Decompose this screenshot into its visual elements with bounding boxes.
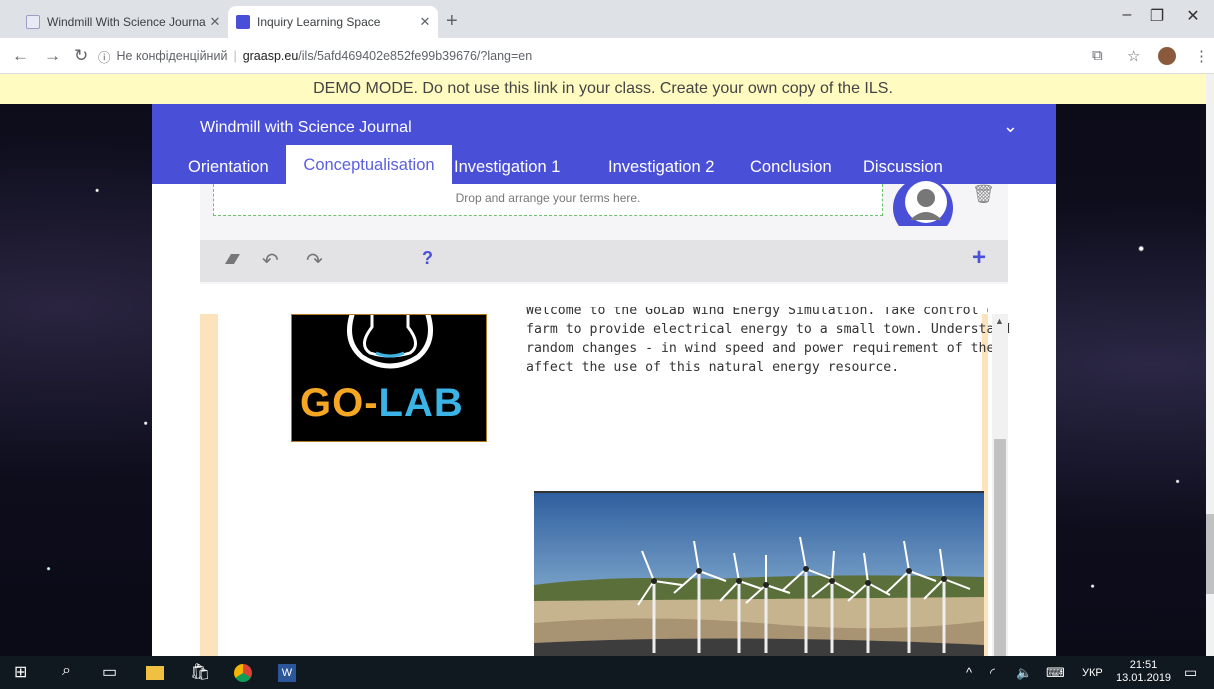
tab-title: Inquiry Learning Space	[257, 15, 381, 29]
user-avatar	[892, 178, 954, 226]
tray-chevron-up-icon[interactable]: ^	[966, 665, 972, 680]
clock[interactable]: 21:51 13.01.2019	[1116, 659, 1171, 685]
back-icon[interactable]: ←	[12, 46, 29, 66]
golab-logo-text: GO-LAB	[300, 381, 464, 425]
keyboard-icon[interactable]: ⌨	[1046, 665, 1065, 681]
word-icon[interactable]: W	[278, 664, 296, 682]
page-viewport: DEMO MODE. Do not use this link in your …	[0, 74, 1214, 656]
profile-avatar[interactable]	[1158, 47, 1176, 65]
simulation-scrollbar[interactable]: ▲	[992, 314, 1008, 656]
url-host: graasp.eu	[242, 49, 299, 63]
tab-investigation-2[interactable]: Investigation 2	[608, 158, 714, 177]
tab-conceptualisation[interactable]: Conceptualisation	[286, 145, 452, 184]
volume-icon[interactable]: 🔈	[1016, 665, 1032, 681]
new-tab-button[interactable]: +	[446, 10, 458, 33]
simulation-app: GO-LAB Welcome to the GoLab Wind Energy …	[200, 307, 1011, 656]
bookmark-star-icon[interactable]: ☆	[1127, 47, 1140, 65]
description-cut-line: Welcome to the GoLab Wind Energy Simulat…	[526, 307, 988, 318]
chrome-icon[interactable]	[234, 664, 252, 682]
file-explorer-icon[interactable]	[146, 666, 164, 680]
security-label: Не конфіденційний	[116, 49, 228, 63]
tab-title: Windmill With Science Journal | G	[47, 15, 206, 29]
search-icon[interactable]: ⌕	[62, 662, 71, 680]
wifi-icon[interactable]: ◜	[990, 665, 995, 681]
info-icon[interactable]: ⓘ	[98, 47, 111, 66]
flask-logo-icon	[347, 315, 433, 369]
tab-orientation[interactable]: Orientation	[188, 158, 269, 177]
help-button[interactable]: ?	[422, 248, 433, 269]
description-line: affect the use of this natural energy re…	[526, 360, 900, 375]
tab-conclusion[interactable]: Conclusion	[750, 158, 832, 177]
reload-icon[interactable]: ↻	[74, 46, 88, 66]
address-bar: ← → ↻ ⓘ Не конфіденційний | graasp.eu/il…	[0, 38, 1214, 74]
demo-banner: DEMO MODE. Do not use this link in your …	[0, 74, 1206, 104]
close-tab-icon[interactable]: ✕	[206, 14, 224, 30]
phase-content: Drop and arrange your terms here. 🗑 ↶ ↷ …	[152, 178, 1056, 656]
concept-mapper: Drop and arrange your terms here. 🗑 ↶ ↷ …	[200, 178, 1008, 284]
browser-tab-inquiry[interactable]: Inquiry Learning Space ✕	[228, 6, 438, 38]
description-line: random changes - in wind speed and power…	[526, 341, 995, 356]
page-scrollbar[interactable]	[1206, 74, 1214, 656]
menu-kebab-icon[interactable]: ⋮	[1194, 47, 1209, 65]
flask-icon	[26, 15, 40, 29]
input-language[interactable]: УКР	[1082, 667, 1103, 679]
wind-farm-image	[534, 491, 984, 656]
clock-time: 21:51	[1129, 659, 1158, 671]
forward-icon[interactable]: →	[44, 46, 61, 66]
undo-icon[interactable]: ↶	[262, 248, 279, 273]
golab-logo: GO-LAB	[291, 314, 487, 442]
eraser-icon[interactable]	[222, 250, 242, 273]
description-line: farm to provide electrical energy to a s…	[526, 322, 1011, 337]
browser-tab-bar: Windmill With Science Journal | G ✕ Inqu…	[0, 0, 1214, 38]
close-window-icon[interactable]: ✕	[1170, 6, 1214, 26]
windows-start-icon[interactable]: ⊞	[14, 662, 27, 682]
concept-toolbar: ↶ ↷ ? +	[200, 240, 1008, 282]
translate-icon[interactable]: ⧉	[1092, 47, 1103, 64]
simulation-scrollbar-thumb[interactable]	[994, 439, 1006, 656]
task-view-icon[interactable]: ▭	[102, 662, 117, 682]
tab-investigation-1[interactable]: Investigation 1	[454, 158, 560, 177]
chevron-down-icon[interactable]: ⌄	[1003, 116, 1018, 137]
clock-date: 13.01.2019	[1116, 672, 1172, 684]
trash-icon[interactable]: 🗑	[972, 184, 995, 205]
close-tab-icon[interactable]: ✕	[416, 14, 434, 30]
url-path: /ils/5afd469402e852fe99b39676/?lang=en	[298, 49, 533, 63]
left-stripe	[200, 314, 218, 656]
ils-header: Windmill with Science Journal ⌄ Orientat…	[152, 104, 1056, 184]
ils-title: Windmill with Science Journal	[200, 119, 412, 136]
graasp-icon	[236, 15, 250, 29]
notifications-icon[interactable]: ▭	[1184, 664, 1197, 681]
windows-taskbar: ⊞ ⌕ ▭ 🛍 W ^ ◜ 🔈 ⌨ УКР 21:51 13.01.2019 ▭	[0, 656, 1214, 689]
browser-tab-windmill[interactable]: Windmill With Science Journal | G ✕	[18, 6, 228, 38]
add-term-button[interactable]: +	[972, 244, 986, 272]
tab-discussion[interactable]: Discussion	[863, 158, 943, 177]
scroll-up-icon[interactable]: ▲	[995, 316, 1004, 326]
term-drop-area[interactable]: Drop and arrange your terms here.	[213, 184, 883, 216]
page-scrollbar-thumb[interactable]	[1206, 514, 1214, 594]
redo-icon[interactable]: ↷	[306, 248, 323, 273]
store-icon[interactable]: 🛍	[190, 662, 210, 682]
url-field[interactable]: ⓘ Не конфіденційний | graasp.eu/ils/5afd…	[98, 44, 1098, 68]
simulation-description: Welcome to the GoLab Wind Energy Simulat…	[526, 307, 1011, 377]
